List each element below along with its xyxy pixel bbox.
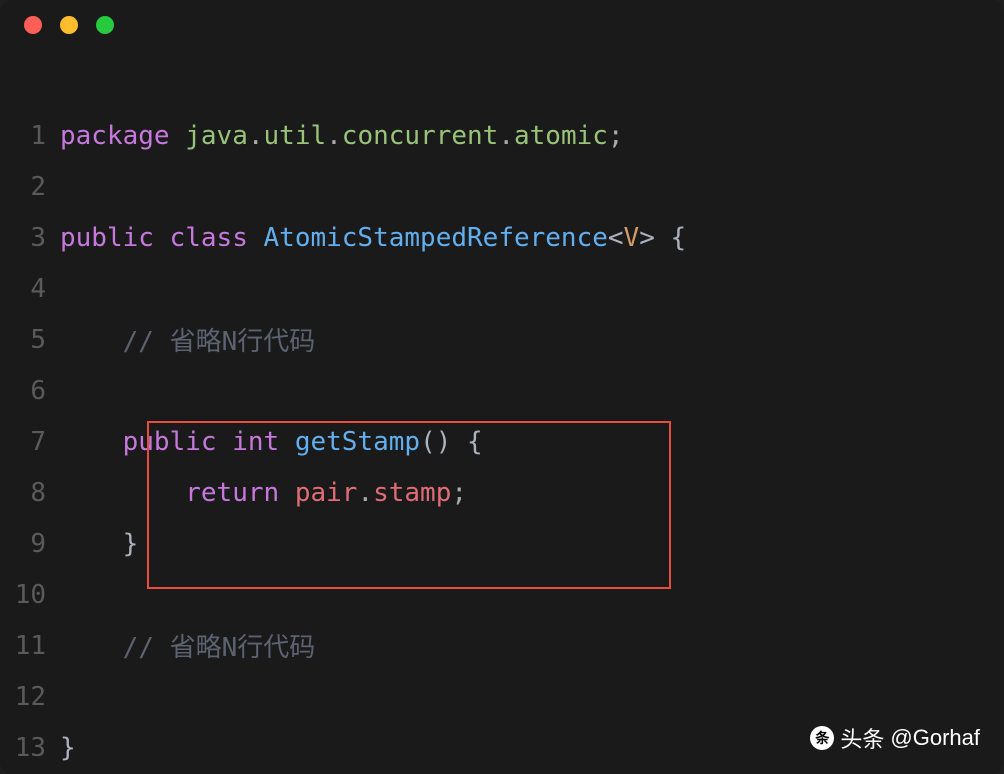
line-number: 13 — [10, 733, 60, 763]
line-number: 10 — [10, 580, 60, 610]
code-line: 8 return pair.stamp; — [10, 467, 994, 518]
code-token: java — [185, 121, 248, 151]
code-token — [248, 223, 264, 253]
code-token — [60, 427, 123, 457]
line-number: 9 — [10, 529, 60, 559]
code-token: atomic — [514, 121, 608, 151]
code-line: 2 — [10, 161, 994, 212]
code-line: 5 // 省略N行代码 — [10, 314, 994, 365]
code-line: 6 — [10, 365, 994, 416]
code-token: util — [264, 121, 327, 151]
code-token — [279, 478, 295, 508]
code-token: () — [420, 427, 451, 457]
watermark: 条 头条 @Gorhaf — [810, 722, 980, 754]
code-token: . — [248, 121, 264, 151]
minimize-icon[interactable] — [60, 16, 78, 34]
code-line: 12 — [10, 671, 994, 722]
code-content[interactable]: // 省略N行代码 — [60, 627, 315, 664]
code-line: 3public class AtomicStampedReference<V> … — [10, 212, 994, 263]
close-icon[interactable] — [24, 16, 42, 34]
code-content[interactable]: } — [60, 733, 76, 763]
code-line: 1package java.util.concurrent.atomic; — [10, 110, 994, 161]
code-token: AtomicStampedReference — [264, 223, 608, 253]
code-token: return — [185, 478, 279, 508]
code-token: ; — [608, 121, 624, 151]
code-content[interactable]: package java.util.concurrent.atomic; — [60, 121, 624, 151]
code-content[interactable]: } — [60, 529, 138, 559]
code-token: { — [671, 223, 687, 253]
line-number: 8 — [10, 478, 60, 508]
code-token: < — [608, 223, 624, 253]
watermark-handle: @Gorhaf — [890, 725, 980, 751]
window-titlebar — [0, 0, 1004, 50]
code-line: 4 — [10, 263, 994, 314]
code-token: concurrent — [342, 121, 499, 151]
code-token — [170, 121, 186, 151]
watermark-icon: 条 — [810, 726, 834, 750]
code-token: stamp — [373, 478, 451, 508]
line-number: 11 — [10, 631, 60, 661]
line-number: 5 — [10, 325, 60, 355]
code-token: . — [498, 121, 514, 151]
code-content[interactable]: return pair.stamp; — [60, 478, 467, 508]
maximize-icon[interactable] — [96, 16, 114, 34]
code-token — [279, 427, 295, 457]
code-token: public — [60, 223, 154, 253]
line-number: 6 — [10, 376, 60, 406]
code-token — [451, 427, 467, 457]
code-token: } — [123, 529, 139, 559]
code-editor[interactable]: 1package java.util.concurrent.atomic;23p… — [0, 50, 1004, 774]
line-number: 2 — [10, 172, 60, 202]
code-token: > — [639, 223, 655, 253]
code-token: ; — [451, 478, 467, 508]
code-token: . — [357, 478, 373, 508]
line-number: 4 — [10, 274, 60, 304]
code-token — [60, 478, 185, 508]
code-content[interactable]: public int getStamp() { — [60, 427, 483, 457]
code-token: package — [60, 121, 170, 151]
code-content[interactable]: // 省略N行代码 — [60, 321, 315, 358]
line-number: 7 — [10, 427, 60, 457]
code-token: public — [123, 427, 217, 457]
code-token — [60, 633, 123, 663]
code-token — [60, 327, 123, 357]
code-token: . — [326, 121, 342, 151]
code-token: getStamp — [295, 427, 420, 457]
code-token: { — [467, 427, 483, 457]
code-line: 10 — [10, 569, 994, 620]
code-line: 9 } — [10, 518, 994, 569]
code-token — [60, 529, 123, 559]
code-line: 7 public int getStamp() { — [10, 416, 994, 467]
code-token: pair — [295, 478, 358, 508]
code-token: } — [60, 733, 76, 763]
code-line: 11 // 省略N行代码 — [10, 620, 994, 671]
code-token: V — [624, 223, 640, 253]
code-token: int — [232, 427, 279, 457]
code-token — [217, 427, 233, 457]
code-editor-window: 1package java.util.concurrent.atomic;23p… — [0, 0, 1004, 774]
line-number: 12 — [10, 682, 60, 712]
line-number: 3 — [10, 223, 60, 253]
code-token: // 省略N行代码 — [123, 633, 316, 663]
line-number: 1 — [10, 121, 60, 151]
code-token — [655, 223, 671, 253]
code-token — [154, 223, 170, 253]
code-token: class — [170, 223, 248, 253]
code-content[interactable]: public class AtomicStampedReference<V> { — [60, 223, 686, 253]
code-token: // 省略N行代码 — [123, 327, 316, 357]
watermark-source: 头条 — [840, 722, 884, 754]
